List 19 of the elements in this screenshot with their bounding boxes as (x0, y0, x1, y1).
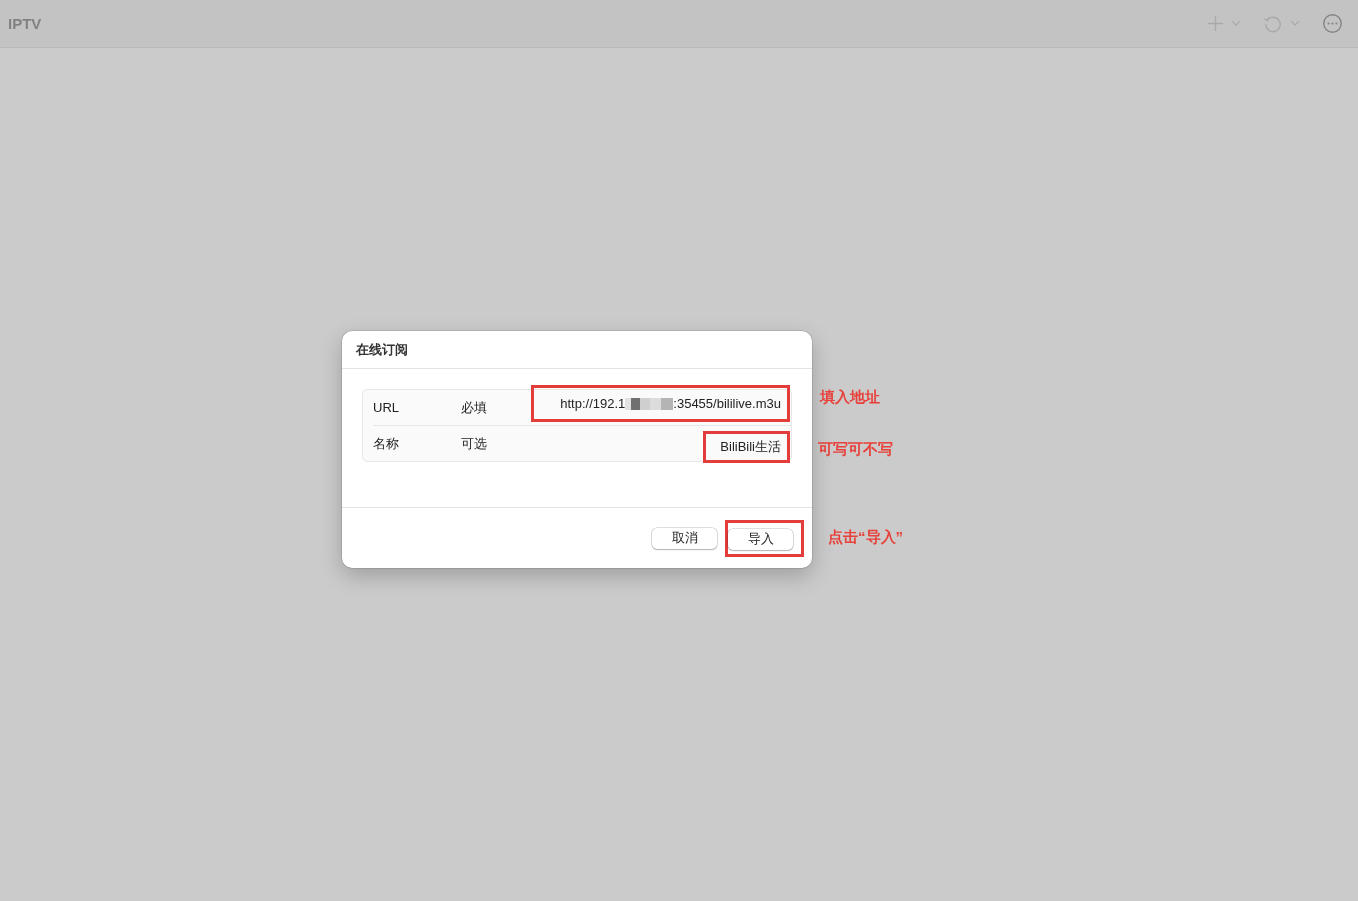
annotation-note: 填入地址 (820, 388, 880, 407)
field-label: 名称 (373, 434, 400, 453)
field-note: 必填 (461, 398, 488, 417)
dialog-button[interactable]: 取消 (652, 527, 717, 549)
refresh-icon (1264, 14, 1282, 33)
field-note: 可选 (461, 434, 488, 453)
dialog-button[interactable]: 导入 (728, 528, 793, 550)
annotation-note: 可写可不写 (818, 440, 893, 459)
field-label: URL (373, 400, 400, 415)
more-button[interactable] (1323, 14, 1342, 33)
app-title: IPTV (8, 15, 42, 32)
more-icon (1323, 14, 1342, 33)
text-field[interactable]: BiliBili生活 (706, 434, 787, 460)
annotation-note: 点击“导入” (828, 528, 903, 547)
chevron-down-icon (1291, 21, 1299, 26)
plus-icon (1208, 16, 1223, 31)
dialog-title: 在线订阅 (356, 340, 408, 359)
text-field[interactable]: http://192.1 :35455/bililive.m3u (534, 388, 787, 419)
chevron-down-icon (1232, 21, 1240, 26)
